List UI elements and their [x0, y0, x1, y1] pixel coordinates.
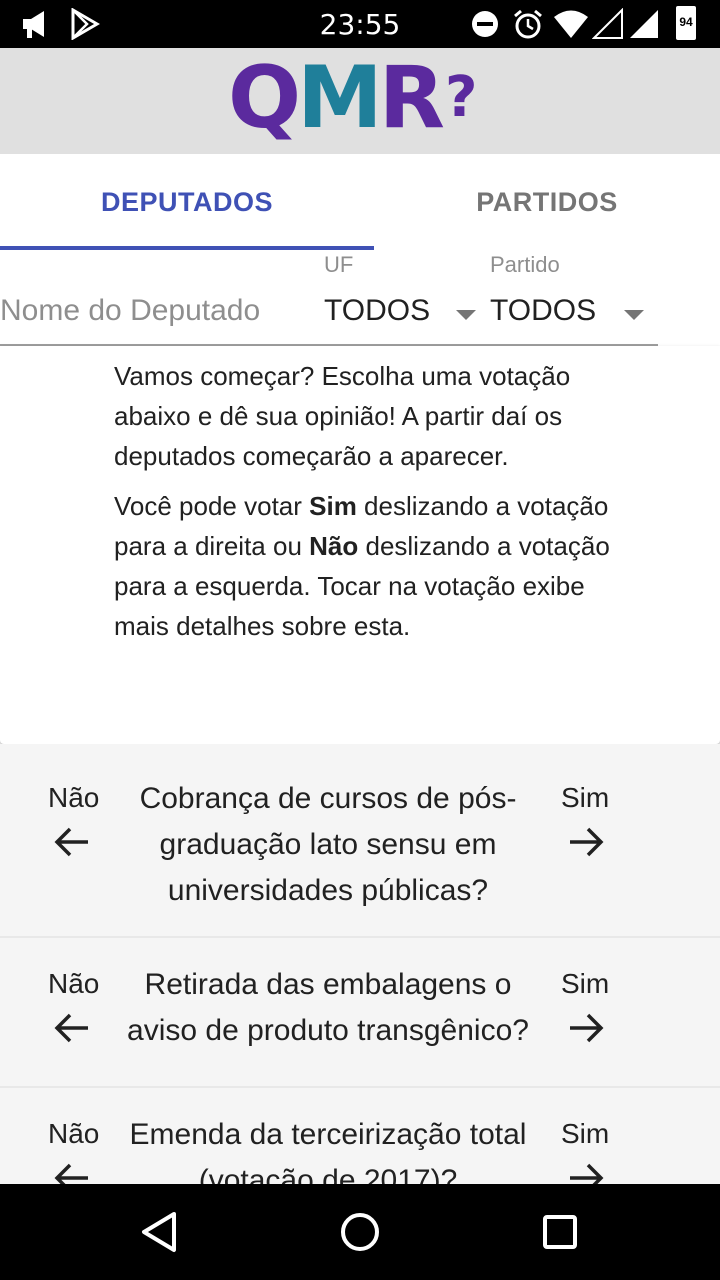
- battery-icon: 94: [676, 6, 696, 40]
- vote-item[interactable]: Não Cobrança de cursos de pós-graduação …: [0, 744, 720, 938]
- deputy-name-input[interactable]: [0, 294, 320, 328]
- app-logo: Q M R ?: [228, 48, 478, 148]
- signal-empty-icon: [592, 8, 623, 39]
- vote-yes-label: Sim: [561, 968, 610, 999]
- home-icon[interactable]: [336, 1208, 384, 1256]
- vote-no-label: Não: [48, 968, 100, 999]
- uf-dropdown-icon: [456, 310, 476, 320]
- intro-text-part-1: Você pode votar: [114, 491, 310, 521]
- vote-no-label: Não: [48, 1118, 100, 1149]
- vote-question: Retirada das embalagens o aviso de produ…: [127, 968, 529, 1047]
- filters-bar: UF TODOS Partido TODOS: [0, 250, 720, 346]
- arrow-right-icon: [570, 1013, 604, 1043]
- logo-question-mark: ?: [444, 65, 478, 130]
- arrow-right-icon: [570, 827, 604, 857]
- tab-bar: DEPUTADOS PARTIDOS: [0, 154, 720, 250]
- uf-select-value: TODOS: [324, 294, 431, 327]
- alarm-icon: [514, 9, 542, 39]
- intro-yes-bold: Sim: [309, 491, 357, 521]
- logo-letter-m: M: [297, 48, 383, 148]
- recents-icon[interactable]: [536, 1208, 584, 1256]
- battery-level: 94: [679, 15, 693, 29]
- back-icon[interactable]: [136, 1208, 184, 1256]
- do-not-disturb-icon: [472, 11, 498, 37]
- tab-partidos[interactable]: PARTIDOS: [374, 154, 720, 250]
- wifi-icon: [554, 10, 588, 38]
- tab-partidos-label: PARTIDOS: [476, 186, 618, 217]
- navigation-bar: [0, 1184, 720, 1280]
- logo-letter-r: R: [378, 48, 445, 148]
- vote-no-label: Não: [48, 782, 100, 813]
- vote-yes-label: Sim: [561, 1118, 610, 1149]
- vote-question: Cobrança de cursos de pós-graduação lato…: [139, 782, 517, 907]
- status-bar: 23:55 94: [0, 0, 720, 48]
- arrow-left-icon: [54, 1013, 88, 1043]
- partido-select[interactable]: TODOS: [490, 250, 656, 346]
- intro-card: Vamos começar? Escolha uma votação abaix…: [0, 346, 720, 744]
- logo-letter-q: Q: [228, 48, 301, 148]
- app-bar: Q M R ?: [0, 48, 720, 154]
- uf-select[interactable]: TODOS: [324, 250, 480, 346]
- intro-paragraph-1: Vamos começar? Escolha uma votação abaix…: [114, 361, 571, 471]
- vote-item[interactable]: Não Retirada das embalagens o aviso de p…: [0, 938, 720, 1088]
- partido-select-value: TODOS: [490, 294, 597, 327]
- partido-dropdown-icon: [624, 310, 644, 320]
- intro-no-bold: Não: [309, 531, 359, 561]
- tab-deputados[interactable]: DEPUTADOS: [0, 154, 374, 250]
- signal-icon: [630, 10, 658, 38]
- intro-paragraph-2: Você pode votar Sim deslizando a votação…: [114, 486, 614, 646]
- vote-yes-label: Sim: [561, 782, 610, 813]
- tab-deputados-label: DEPUTADOS: [100, 186, 273, 217]
- arrow-left-icon: [54, 827, 88, 857]
